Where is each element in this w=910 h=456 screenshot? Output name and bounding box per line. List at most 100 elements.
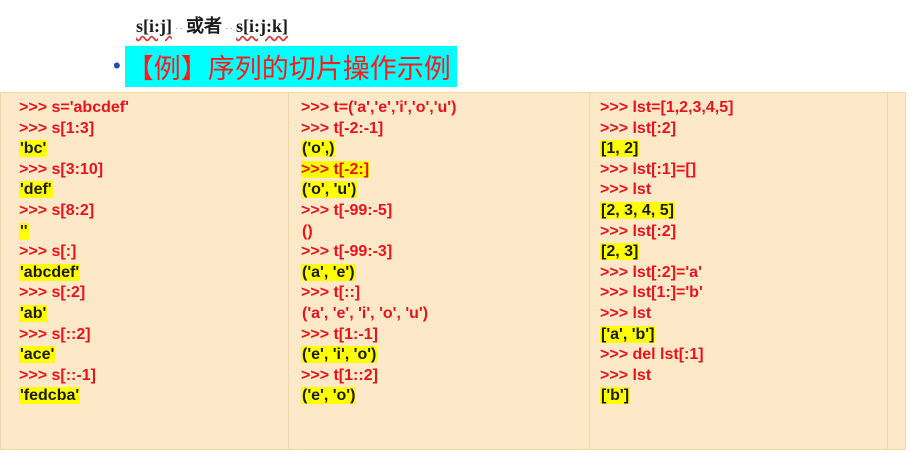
code-input-text: >>> lst[:2]='a' (600, 263, 702, 281)
code-output-text: 'abcdef' (19, 263, 81, 281)
code-output-line: '' (19, 222, 129, 243)
code-output-text: ('a', 'e', 'i', 'o', 'u') (302, 304, 429, 322)
code-input-text: >>> lst[1:]='b' (600, 284, 703, 302)
code-input-line: >>> lst (600, 304, 733, 325)
code-input-line: >>> lst[:1]=[] (600, 160, 733, 181)
code-input-line: >>> t=('a','e','i','o','u') (301, 98, 456, 119)
code-input-line: >>> t[::] (301, 283, 456, 304)
code-output-line: [2, 3, 4, 5] (600, 201, 733, 222)
code-input-line: >>> lst[:2] (600, 119, 733, 140)
code-input-text: >>> s[:2] (19, 284, 86, 302)
code-input-line: >>> s[::-1] (19, 366, 129, 387)
code-input-text: >>> s[1:3] (19, 119, 95, 137)
code-output-text: 'ace' (19, 346, 56, 364)
code-input-text: >>> t[-2:] (301, 160, 370, 178)
slice-syntax-two-part: s[i:j] (136, 16, 172, 36)
code-input-line: >>> t[-2:-1] (301, 119, 456, 140)
code-input-text: >>> del lst[:1] (600, 346, 704, 364)
code-output-text: () (302, 222, 313, 240)
code-output-text: 'fedcba' (19, 387, 81, 405)
code-input-text: >>> s='abcdef' (19, 99, 129, 116)
code-output-text: [1, 2] (600, 140, 640, 158)
code-output-line: ('a', 'e') (301, 263, 456, 284)
code-output-text: ('e', 'o') (301, 387, 357, 405)
code-output-line: ('a', 'e', 'i', 'o', 'u') (301, 304, 456, 325)
string-slice-column: >>> s='abcdef' >>> s[1:3] 'bc' >>> s[3:10] '… (19, 98, 129, 407)
separator-dots: ·· (224, 21, 233, 35)
code-input-line: >>> t[1:-1] (301, 325, 456, 346)
code-input-text: >>> lst=[1,2,3,4,5] (600, 99, 734, 116)
code-output-line: ['b'] (600, 386, 733, 407)
code-input-text: >>> lst[:1]=[] (600, 160, 697, 178)
code-output-line: 'abcdef' (19, 263, 129, 284)
code-input-line: >>> s[::2] (19, 325, 129, 346)
code-output-line: ('o', 'u') (301, 180, 456, 201)
code-output-line: [2, 3] (600, 242, 733, 263)
code-input-line: >>> s[8:2] (19, 201, 129, 222)
column-divider (589, 93, 590, 449)
or-word: 或者 (185, 16, 222, 36)
code-output-text: ['b'] (600, 387, 631, 405)
code-input-line: >>> s[3:10] (19, 160, 129, 181)
example-heading: • 【例】序列的切片操作示例 (113, 45, 457, 87)
code-output-text: ('a', 'e') (301, 263, 356, 281)
code-input-line: >>> t[1::2] (301, 366, 456, 387)
code-output-line: 'fedcba' (19, 386, 129, 407)
code-input-text: >>> s[:] (19, 243, 77, 261)
code-output-text: ['a', 'b'] (600, 325, 656, 343)
code-input-text: >>> lst (600, 181, 652, 199)
column-divider (887, 93, 888, 449)
code-input-line: >>> s[:2] (19, 283, 129, 304)
code-output-text: ('e', 'i', 'o') (301, 346, 378, 364)
code-output-line: 'ace' (19, 345, 129, 366)
code-input-text: >>> s[3:10] (19, 160, 104, 178)
code-output-line: 'ab' (19, 304, 129, 325)
code-output-line: ('e', 'i', 'o') (301, 345, 456, 366)
code-input-line: >>> lst (600, 366, 733, 387)
code-output-line: ['a', 'b'] (600, 325, 733, 346)
code-output-text: 'ab' (19, 304, 48, 322)
code-input-line: >>> t[-2:] (301, 160, 456, 181)
code-output-text: [2, 3, 4, 5] (600, 201, 675, 219)
slice-syntax-line: s[i:j] ·· 或者 ·· s[i:j:k] (136, 12, 288, 38)
code-output-line: ('e', 'o') (301, 386, 456, 407)
code-input-line: >>> s[1:3] (19, 119, 129, 140)
code-input-text: >>> s[::-1] (19, 366, 96, 384)
code-input-line: >>> s='abcdef' (19, 98, 129, 119)
code-output-text: 'bc' (19, 140, 48, 158)
code-output-line: () (301, 222, 456, 243)
code-output-text: ('o',) (301, 140, 336, 158)
code-input-text: >>> t[1:-1] (301, 325, 378, 343)
code-example-panel: >>> s='abcdef' >>> s[1:3] 'bc' >>> s[3:10] '… (0, 92, 906, 450)
example-heading-text: 【例】序列的切片操作示例 (124, 45, 457, 87)
column-divider (288, 93, 289, 449)
code-input-line: >>> t[-99:-5] (301, 201, 456, 222)
code-input-text: >>> lst[:2] (600, 119, 677, 137)
code-input-line: >>> lst[:2]='a' (600, 263, 733, 284)
code-output-line: 'bc' (19, 139, 129, 160)
slice-syntax-three-part: s[i:j:k] (235, 16, 288, 36)
code-output-text: [2, 3] (600, 243, 640, 261)
code-input-text: >>> lst[:2] (600, 222, 677, 240)
code-input-line: >>> lst[:2] (600, 222, 733, 243)
code-output-text: ('o', 'u') (301, 181, 358, 199)
tuple-slice-column: >>> t=('a','e','i','o','u') >>> t[-2:-1] (… (301, 98, 456, 407)
code-input-line: >>> lst[1:]='b' (600, 283, 733, 304)
code-input-text: >>> lst (600, 304, 652, 322)
code-input-line: >>> t[-99:-3] (301, 242, 456, 263)
code-output-line: [1, 2] (600, 139, 733, 160)
code-output-line: 'def' (19, 180, 129, 201)
code-input-text: >>> t[-99:-3] (301, 243, 393, 261)
code-input-text: >>> t=('a','e','i','o','u') (301, 99, 457, 116)
code-input-text: >>> t[-2:-1] (301, 119, 384, 137)
code-input-text: >>> t[1::2] (301, 366, 378, 384)
code-input-line: >>> s[:] (19, 242, 129, 263)
list-slice-column: >>> lst=[1,2,3,4,5] >>> lst[:2] [1, 2] >>> … (600, 98, 733, 407)
code-input-text: >>> s[8:2] (19, 201, 95, 219)
code-input-text: >>> lst (600, 366, 652, 384)
code-input-text: >>> t[-99:-5] (301, 201, 393, 219)
code-output-line: ('o',) (301, 139, 456, 160)
code-input-line: >>> del lst[:1] (600, 345, 733, 366)
code-input-text: >>> t[::] (301, 284, 361, 302)
bullet-icon: • (113, 53, 121, 78)
